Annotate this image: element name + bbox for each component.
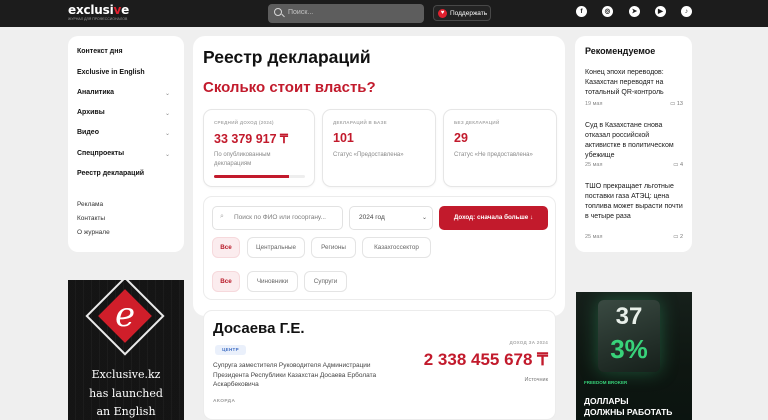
link-advertising[interactable]: Реклама [77,201,103,208]
chip-all-types[interactable]: Все [212,271,240,292]
comment-count: ▭ 13 [670,101,683,107]
top-bar: exclusive ЖУРНАЛ ДЛЯ ПРОФЕССИОНАЛОВ Поис… [0,0,768,27]
freedom-broker-logo: FREEDOM BROKER [584,380,628,385]
comment-count: ▭ 2 [673,234,683,240]
search-icon [274,8,282,16]
logo-tagline: ЖУРНАЛ ДЛЯ ПРОФЕССИОНАЛОВ [68,17,128,21]
chevron-down-icon[interactable]: ⌄ [165,151,170,158]
freedom-broker-banner[interactable]: 37 3% FREEDOM BROKER ДОЛЛАРЫ ДОЛЖНЫ РАБО… [576,292,692,420]
link-about[interactable]: О журнале [77,229,110,236]
income-caption: ДОХОД ЗА 2024 [509,340,548,345]
chip-officials[interactable]: Чиновники [247,271,298,292]
region-badge: ЦЕНТР [215,345,246,355]
sidebar-item-english[interactable]: Exclusive in English [77,69,145,76]
banner-line: an English [96,405,156,418]
instagram-icon[interactable]: ◎ [602,6,613,17]
telegram-icon[interactable]: ➤ [629,6,640,17]
news-item[interactable]: ТШО прекращает льготные поставки газа АТ… [585,182,685,222]
chevron-down-icon[interactable]: ⌄ [165,130,170,137]
stat-card-average-income: СРЕДНИЙ ДОХОД (2024) 33 379 917 ₸ По опу… [203,109,315,187]
news-date: 19 мая [585,101,603,107]
stat-card-declarations: ДЕКЛАРАЦИЙ В БАЗЕ 101 Статус «Предоставл… [322,109,436,187]
stat-card-no-declarations: БЕЗ ДЕКЛАРАЦИЙ 29 Статус «Не предоставле… [443,109,557,187]
link-contacts[interactable]: Контакты [77,215,105,222]
banner-line: has launched [89,387,163,400]
declaration-search-input[interactable]: ⌕ Поиск по ФИО или госоргану... [212,206,343,230]
sidebar-item-declarations[interactable]: Реестр деклараций [77,170,144,177]
chip-state-sector[interactable]: Казахгоссектор [362,237,431,258]
support-button[interactable]: ♥ Поддержать [433,5,491,21]
news-date: 25 мая [585,234,603,240]
banner-percent: 3% [610,334,648,364]
sidebar-item-special[interactable]: Спецпроекты [77,150,124,157]
recommended-title: Рекомендуемое [585,46,656,56]
year-select[interactable]: 2024 год ⌄ [349,206,433,230]
heart-icon: ♥ [438,9,447,18]
banner-logo-letter: e [115,295,136,335]
chevron-down-icon[interactable]: ⌄ [165,90,170,97]
sidebar-item-context[interactable]: Контекст дня [77,48,123,55]
declarant-description: Супруга заместителя Руководителя Админис… [213,362,377,388]
banner-line: ДОЛЖНЫ РАБОТАТЬ [584,407,673,417]
banner-number: 37 [615,303,643,330]
youtube-icon[interactable]: ▶ [655,6,666,17]
english-launch-banner[interactable]: e Exclusive.kz has launched an English [68,280,184,420]
income-source-link[interactable]: Источник [466,377,548,383]
news-date: 25 мая [585,162,603,168]
banner-line: ДОЛЛАРЫ [584,396,629,406]
progress-bar [214,175,305,178]
sidebar-item-analytics[interactable]: Аналитика [77,89,114,96]
sidebar-item-archives[interactable]: Архивы [77,109,105,116]
news-item[interactable]: Суд в Казахстане снова отказал российско… [585,121,685,161]
chip-spouses[interactable]: Супруги [304,271,347,292]
chip-regions[interactable]: Регионы [311,237,356,258]
chip-central[interactable]: Центральные [247,237,305,258]
page-title: Реестр деклараций [203,47,371,67]
search-input[interactable]: Поиск... [268,4,424,23]
chevron-down-icon[interactable]: ⌄ [165,110,170,117]
facebook-icon[interactable]: f [576,6,587,17]
banner-line: Exclusive.kz [91,368,161,381]
search-icon: ⌕ [220,213,224,220]
chip-all-regions[interactable]: Все [212,237,240,258]
income-value: 2 338 455 678 ₸ [423,350,548,369]
site-logo[interactable]: exclusive [68,4,129,16]
declarant-organization: АКОРДА [213,399,236,404]
search-placeholder: Поиск... [288,9,314,16]
news-item[interactable]: Конец эпохи переводов: Казахстан перевод… [585,68,685,98]
page-subtitle: Сколько стоит власть? [203,79,376,96]
comment-count: ▭ 4 [673,162,683,168]
tiktok-icon[interactable]: ♪ [681,6,692,17]
chevron-down-icon: ⌄ [422,215,428,221]
sidebar-item-video[interactable]: Видео [77,129,99,136]
sort-button[interactable]: Доход: сначала больше ↓ [439,206,548,230]
declarant-name[interactable]: Досаева Г.Е. [213,320,305,337]
